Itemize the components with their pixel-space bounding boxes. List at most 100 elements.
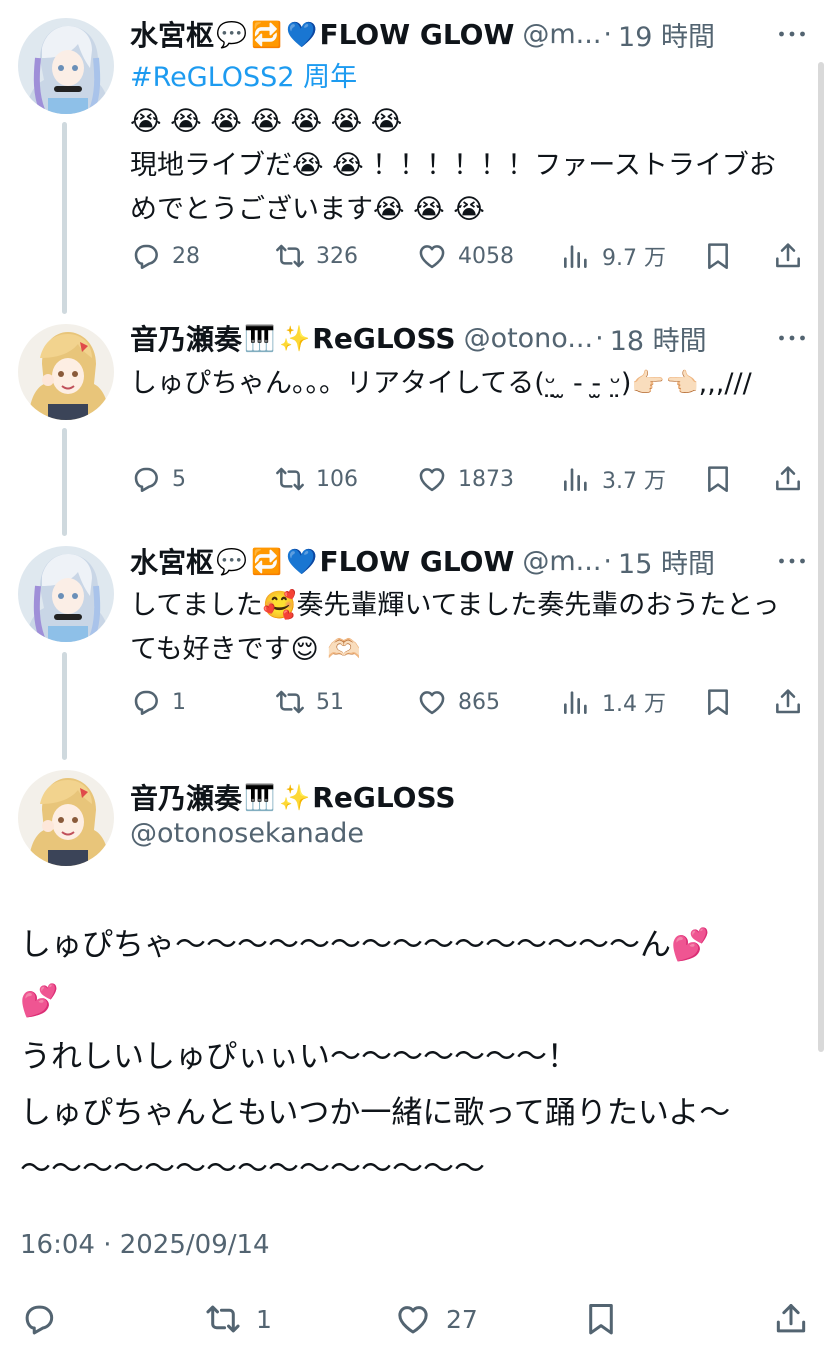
speech-bubble-emoji: 💬	[216, 546, 248, 576]
display-name[interactable]: 音乃瀬奏	[130, 318, 242, 358]
bookmark-icon	[582, 1300, 620, 1338]
handle[interactable]: @m...	[522, 546, 601, 577]
bookmark-icon	[702, 686, 734, 718]
heart-icon	[394, 1300, 432, 1338]
tweet-header: 音乃瀬奏 🎹 ✨ ReGLOSS @otono... · 18 時間	[130, 318, 808, 358]
views-count: 9.7 万	[602, 246, 666, 271]
views-count: 3.7 万	[602, 469, 666, 494]
retweet-button[interactable]: 326	[274, 236, 358, 276]
display-name[interactable]: 水宮枢	[130, 541, 214, 581]
reply-button[interactable]: 1	[130, 682, 186, 722]
tweet-text: しゅぴちゃん。。。リアタイしてる(ᵕ̤ ̫ - -̫ ᵕ̤)👉🏻👈🏻,,,///	[130, 368, 752, 399]
display-name[interactable]: 水宮枢	[130, 14, 214, 54]
reply-count: 28	[172, 243, 200, 269]
hashtag-link[interactable]: #ReGLOSS2 周年	[130, 56, 788, 100]
tweet-text: してました🥰奏先輩輝いてました奏先輩のおうたとっても好きです😌 🫶🏻	[130, 590, 780, 665]
repeat-emoji: 🔁	[251, 19, 283, 49]
more-icon[interactable]	[774, 320, 810, 356]
like-count: 4058	[458, 243, 514, 269]
main-avatar[interactable]	[18, 770, 114, 866]
more-icon[interactable]	[774, 543, 810, 579]
reply-count: 5	[172, 466, 186, 492]
views-icon	[560, 463, 592, 495]
scrollbar[interactable]	[818, 62, 824, 1052]
like-button[interactable]: 865	[416, 682, 500, 722]
timestamp[interactable]: 19 時間	[618, 15, 715, 54]
timestamp[interactable]: 18 時間	[610, 319, 707, 358]
bookmark-icon	[702, 463, 734, 495]
reply-button[interactable]: 5	[130, 459, 186, 499]
display-name-suffix[interactable]: FLOW GLOW	[319, 545, 514, 578]
tweet-text: #ReGLOSS2 周年 😭 😭 😭 😭 😭 😭 😭 現地ライブだ😭 😭 ！！！…	[130, 56, 788, 232]
share-icon	[772, 463, 804, 495]
main-action-bar: 1 27	[0, 1296, 828, 1342]
share-button[interactable]	[772, 459, 804, 499]
heart-icon	[416, 686, 448, 718]
bookmark-button[interactable]	[702, 459, 734, 499]
sparkles-emoji: ✨	[279, 782, 311, 812]
main-text-line: 〜〜〜〜〜〜〜〜〜〜〜〜〜〜〜	[20, 1151, 485, 1187]
views-button[interactable]: 3.7 万	[560, 459, 666, 499]
reply-button[interactable]	[20, 1296, 58, 1342]
retweet-count: 1	[256, 1304, 272, 1334]
handle[interactable]: @otono...	[464, 323, 594, 354]
tweet-text-content: 😭 😭 😭 😭 😭 😭 😭 現地ライブだ😭 😭 ！！！！！！ファーストライブおめ…	[130, 106, 776, 225]
views-button[interactable]: 9.7 万	[560, 236, 666, 276]
reply-icon	[130, 240, 162, 272]
blue-heart-emoji: 💙	[286, 19, 318, 49]
sparkles-emoji: ✨	[279, 323, 311, 353]
piano-emoji: 🎹	[244, 323, 276, 353]
reply-icon	[130, 463, 162, 495]
reply-icon	[20, 1300, 58, 1338]
tweet-header: 水宮枢 💬 🔁 💙 FLOW GLOW @m... · 19 時間	[130, 14, 808, 54]
bookmark-button[interactable]	[702, 682, 734, 722]
thread-line	[62, 122, 67, 314]
timestamp[interactable]: 15 時間	[618, 542, 715, 581]
main-display-name-suffix[interactable]: ReGLOSS	[312, 781, 455, 814]
display-name-suffix[interactable]: FLOW GLOW	[319, 18, 514, 51]
main-text-line: しゅぴちゃ〜〜〜〜〜〜〜〜〜〜〜〜〜〜〜ん💕	[20, 927, 710, 963]
main-timestamp[interactable]: 16:04 · 2025/09/14	[20, 1230, 270, 1260]
retweet-button[interactable]: 106	[274, 459, 358, 499]
like-button[interactable]: 1873	[416, 459, 514, 499]
main-handle[interactable]: @otonosekanade	[130, 818, 364, 849]
retweet-icon	[274, 240, 306, 272]
main-display-name[interactable]: 音乃瀬奏	[130, 777, 242, 817]
share-button[interactable]	[772, 1296, 810, 1342]
retweet-button[interactable]: 51	[274, 682, 344, 722]
views-icon	[560, 686, 592, 718]
share-button[interactable]	[772, 682, 804, 722]
views-count: 1.4 万	[602, 692, 666, 717]
action-bar: 1 51 865 1.4 万	[130, 682, 810, 722]
bookmark-button[interactable]	[582, 1296, 620, 1342]
bookmark-button[interactable]	[702, 236, 734, 276]
thread-line	[62, 428, 67, 536]
piano-emoji: 🎹	[244, 782, 276, 812]
retweet-count: 326	[316, 243, 358, 269]
blue-heart-emoji: 💙	[286, 546, 318, 576]
separator-dot: ·	[603, 545, 613, 577]
display-name-suffix[interactable]: ReGLOSS	[312, 322, 455, 355]
views-icon	[560, 240, 592, 272]
avatar[interactable]	[18, 546, 114, 642]
reply-button[interactable]: 28	[130, 236, 200, 276]
share-button[interactable]	[772, 236, 804, 276]
like-button[interactable]: 27	[394, 1296, 478, 1342]
bookmark-icon	[702, 240, 734, 272]
like-button[interactable]: 4058	[416, 236, 514, 276]
avatar[interactable]	[18, 18, 114, 114]
repeat-emoji: 🔁	[251, 546, 283, 576]
like-count: 865	[458, 689, 500, 715]
share-icon	[772, 686, 804, 718]
share-icon	[772, 1300, 810, 1338]
heart-icon	[416, 240, 448, 272]
retweet-count: 51	[316, 689, 344, 715]
views-button[interactable]: 1.4 万	[560, 682, 666, 722]
more-icon[interactable]	[774, 16, 810, 52]
handle[interactable]: @m...	[522, 19, 601, 50]
separator-dot: ·	[603, 18, 613, 50]
retweet-button[interactable]: 1	[204, 1296, 272, 1342]
avatar[interactable]	[18, 324, 114, 420]
thread-line	[62, 652, 67, 760]
like-count: 27	[446, 1304, 478, 1334]
